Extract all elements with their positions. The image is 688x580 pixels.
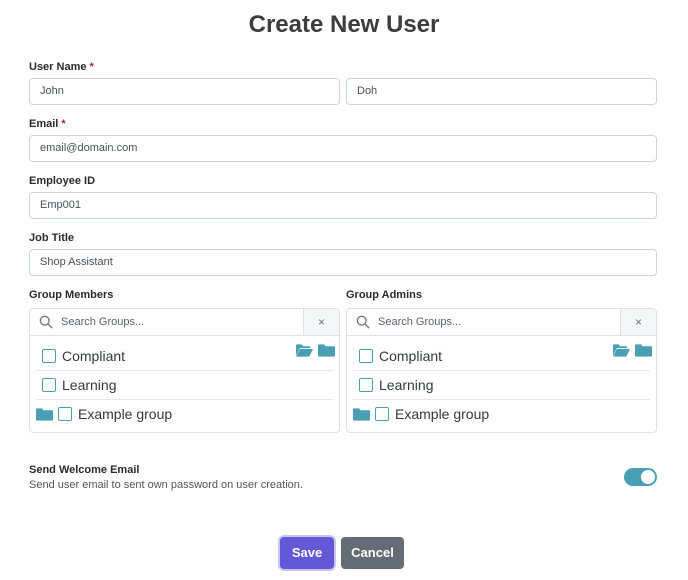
- checkbox[interactable]: [42, 378, 56, 392]
- welcome-email-toggle[interactable]: [624, 468, 657, 486]
- email-input[interactable]: email@domain.com: [29, 135, 657, 162]
- checkbox[interactable]: [359, 378, 373, 392]
- item-label: Compliant: [62, 348, 126, 364]
- folder-icon[interactable]: [36, 407, 53, 421]
- save-button[interactable]: Save: [280, 537, 334, 569]
- group-members-search-input[interactable]: [59, 309, 299, 335]
- group-members-search: ×: [30, 309, 339, 336]
- welcome-email-description: Send user email to sent own password on …: [29, 479, 303, 491]
- user-name-label-text: User Name: [29, 61, 87, 73]
- item-label: Compliant: [379, 348, 443, 364]
- checkbox[interactable]: [375, 407, 389, 421]
- job-title-input[interactable]: Shop Assistant: [29, 249, 657, 276]
- search-icon: [356, 315, 370, 329]
- tree-item-compliant[interactable]: Compliant: [36, 342, 333, 371]
- group-members-tree: × Compliant Learning Example group: [29, 308, 340, 433]
- tree-item-learning[interactable]: Learning: [36, 371, 333, 400]
- item-label: Learning: [62, 377, 117, 393]
- checkbox[interactable]: [359, 349, 373, 363]
- clear-search-button[interactable]: ×: [620, 309, 656, 335]
- email-label-text: Email: [29, 118, 59, 130]
- item-label: Example group: [78, 406, 173, 422]
- toggle-knob: [641, 470, 655, 484]
- employee-id-label: Employee ID: [29, 175, 96, 187]
- required-mark: *: [61, 118, 66, 130]
- welcome-email-title: Send Welcome Email: [29, 464, 140, 476]
- required-mark: *: [89, 61, 94, 73]
- search-icon: [39, 315, 53, 329]
- checkbox[interactable]: [58, 407, 72, 421]
- tree-item-compliant[interactable]: Compliant: [353, 342, 650, 371]
- folder-icon[interactable]: [353, 407, 370, 421]
- group-members-label: Group Members: [29, 289, 114, 301]
- group-admins-tree: × Compliant Learning Example group: [346, 308, 657, 433]
- checkbox[interactable]: [42, 349, 56, 363]
- group-admins-label: Group Admins: [346, 289, 422, 301]
- item-label: Example group: [395, 406, 490, 422]
- job-title-label: Job Title: [29, 232, 75, 244]
- tree-item-learning[interactable]: Learning: [353, 371, 650, 400]
- last-name-input[interactable]: Doh: [346, 78, 657, 105]
- group-admins-search-input[interactable]: [376, 309, 616, 335]
- email-label: Email *: [29, 118, 66, 130]
- cancel-button[interactable]: Cancel: [341, 537, 404, 569]
- tree-item-example-group[interactable]: Example group: [36, 400, 333, 429]
- item-label: Learning: [379, 377, 434, 393]
- tree-item-example-group[interactable]: Example group: [353, 400, 650, 429]
- group-admins-search: ×: [347, 309, 656, 336]
- employee-id-input[interactable]: Emp001: [29, 192, 657, 219]
- clear-search-button[interactable]: ×: [303, 309, 339, 335]
- first-name-input[interactable]: John: [29, 78, 340, 105]
- page-title: Create New User: [248, 11, 440, 38]
- user-name-label: User Name *: [29, 61, 94, 73]
